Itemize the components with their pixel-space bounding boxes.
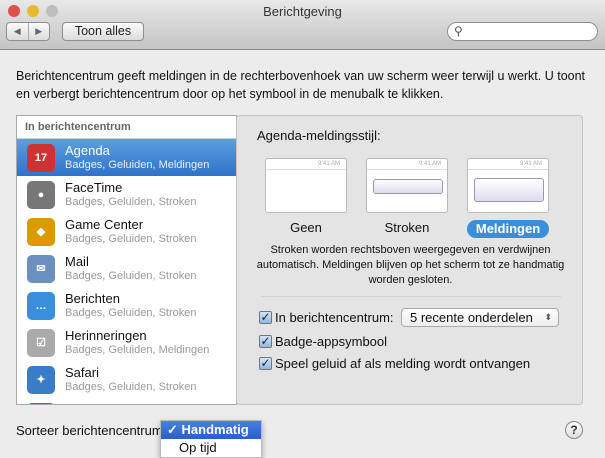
list-item[interactable]: 17 Agenda Badges, Geluiden, Meldingen: [17, 139, 236, 176]
checkbox[interactable]: ✓: [259, 311, 272, 324]
in-notification-center-checkbox[interactable]: ✓ In berichtencentrum:: [259, 310, 394, 325]
app-icon: …: [27, 291, 55, 320]
list-item[interactable]: ◆ Game Center Badges, Geluiden, Stroken: [17, 213, 236, 250]
checkbox-label: Speel geluid af als melding wordt ontvan…: [275, 356, 531, 371]
style-meldingen-label[interactable]: Meldingen: [467, 220, 549, 238]
checkbox[interactable]: ✓: [259, 335, 272, 348]
back-icon[interactable]: ◀: [7, 23, 29, 40]
style-stroken-preview[interactable]: 9:41 AM: [366, 158, 448, 213]
app-alert-types: Badges, Geluiden, Stroken: [65, 196, 197, 208]
list-item[interactable]: ✉ Mail Badges, Geluiden, Stroken: [17, 250, 236, 287]
app-icon: ✦: [27, 365, 55, 394]
preview-time: 9:41 AM: [266, 159, 346, 170]
style-stroken-label[interactable]: Stroken: [366, 220, 448, 235]
panel-title: Agenda-meldingsstijl:: [257, 128, 381, 143]
title-bar: Berichtgeving ◀ ▶ Toon alles ⚲: [0, 0, 605, 50]
app-name: Herinneringen: [65, 328, 147, 343]
popup-value: 5 recente onderdelen: [410, 310, 533, 325]
app-name: Mail: [65, 254, 89, 269]
list-item[interactable]: … Berichten Badges, Geluiden, Stroken: [17, 287, 236, 324]
search-input[interactable]: ⚲: [447, 22, 598, 41]
sort-label: Sorteer berichtencentrum: [16, 423, 163, 438]
badge-checkbox[interactable]: ✓ Badge-appsymbool: [259, 334, 387, 349]
app-icon: ◉: [27, 402, 55, 404]
app-icon: ✉: [27, 254, 55, 283]
recent-items-popup[interactable]: 5 recente onderdelen ⬍: [401, 308, 559, 327]
list-item[interactable]: ✦ Safari Badges, Geluiden, Stroken: [17, 361, 236, 398]
app-name: FaceTime: [65, 180, 123, 195]
checkbox-label: In berichtencentrum:: [275, 310, 394, 325]
app-alert-types: Badges, Geluiden, Stroken: [65, 381, 197, 393]
app-name: Game Center: [65, 217, 144, 232]
style-description: Stroken worden rechtsboven weergegeven e…: [256, 244, 565, 286]
list-header: In berichtencentrum: [17, 116, 236, 139]
app-name: Safari: [65, 365, 99, 380]
popup-arrows-icon: ⬍: [544, 312, 552, 322]
app-alert-types: Badges, Geluiden, Meldingen: [65, 159, 210, 171]
app-alert-types: Badges, Geluiden, Stroken: [65, 233, 197, 245]
show-all-button[interactable]: Toon alles: [62, 22, 144, 41]
preview-time: 9:41 AM: [367, 159, 447, 170]
menu-item-handmatig[interactable]: ✓ Handmatig: [161, 421, 261, 439]
sort-menu[interactable]: ✓ Handmatig Op tijd: [160, 420, 262, 458]
style-geen-preview[interactable]: 9:41 AM: [265, 158, 347, 213]
app-alert-types: Badges, Geluiden, Stroken: [65, 270, 197, 282]
description: Berichtencentrum geeft meldingen in de r…: [16, 69, 586, 101]
checkbox-label: Badge-appsymbool: [275, 334, 388, 349]
sound-checkbox[interactable]: ✓ Speel geluid af als melding wordt ontva…: [259, 356, 530, 371]
checkbox[interactable]: ✓: [259, 357, 272, 370]
window-title: Berichtgeving: [263, 4, 342, 19]
menu-item-op-tijd[interactable]: Op tijd: [161, 439, 261, 457]
app-alert-types: Badges, Geluiden, Stroken: [65, 307, 197, 319]
app-icon: ◆: [27, 217, 55, 246]
app-name: Agenda: [65, 143, 110, 158]
style-geen-label[interactable]: Geen: [265, 220, 347, 235]
app-alert-types: Badges, Geluiden, Meldingen: [65, 344, 210, 356]
app-icon: 17: [27, 143, 55, 172]
app-list[interactable]: In berichtencentrum 17 Agenda Badges, Gelu…: [16, 115, 237, 405]
list-item[interactable]: ☑ Herinneringen Badges, Geluiden, Meldinge…: [17, 324, 236, 361]
settings-panel: Agenda-meldingsstijl: 9:41 AM 9:41 AM 9:…: [236, 115, 583, 405]
help-button[interactable]: ?: [565, 421, 583, 439]
nav-buttons: ◀ ▶: [6, 22, 50, 41]
search-icon: ⚲: [454, 24, 463, 38]
app-name: Berichten: [65, 291, 120, 306]
app-icon: ●: [27, 180, 55, 209]
style-meldingen-preview[interactable]: 9:41 AM: [467, 158, 549, 213]
list-item[interactable]: ◉Google Chrome: [17, 398, 236, 404]
app-icon: ☑: [27, 328, 55, 357]
list-item[interactable]: ● FaceTime Badges, Geluiden, Stroken: [17, 176, 236, 213]
forward-icon[interactable]: ▶: [29, 23, 50, 40]
preview-time: 9:41 AM: [468, 159, 548, 170]
divider: [261, 296, 561, 297]
